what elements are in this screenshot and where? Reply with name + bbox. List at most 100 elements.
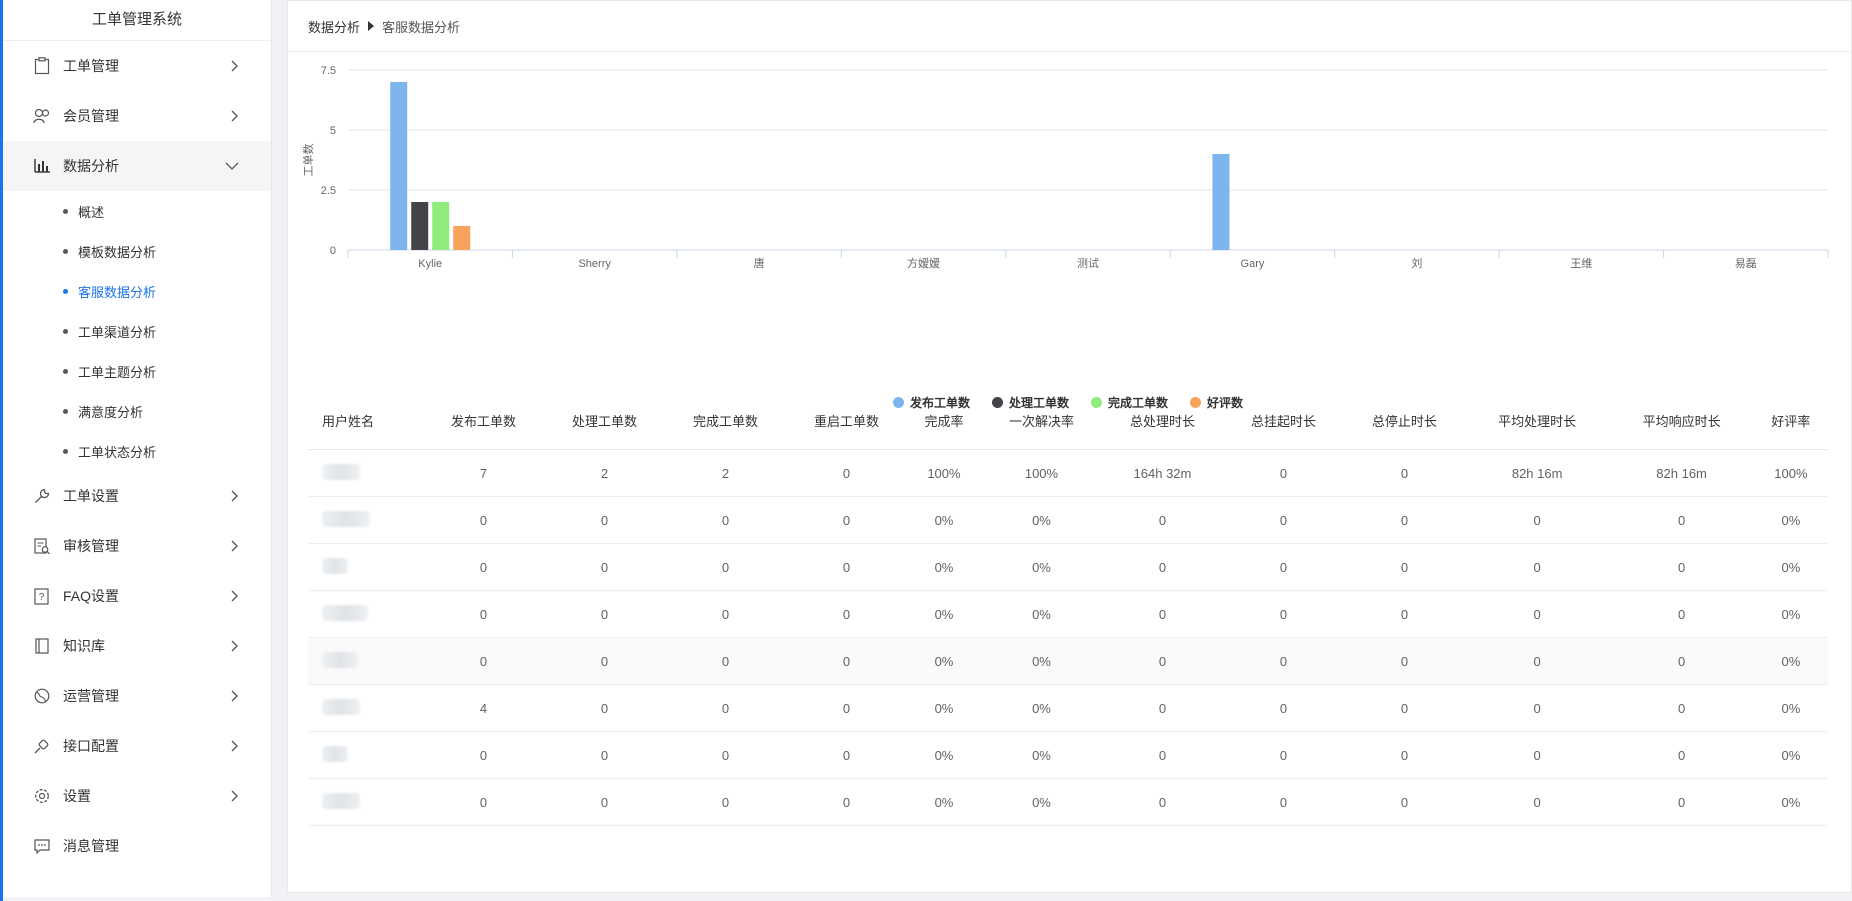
sidebar-item-operations[interactable]: 运营管理 [3,671,271,721]
table-cell: 82h 16m [1609,449,1754,497]
breadcrumb-parent[interactable]: 数据分析 [308,17,360,36]
sub-item-channel-analysis[interactable]: 工单渠道分析 [3,311,271,351]
table-row[interactable]: 00000%0%000000% [308,637,1828,685]
chevron-right-icon [231,621,239,671]
table-cell: 2 [664,449,786,497]
table-cell: 0 [1609,778,1754,826]
table-row[interactable]: 00000%0%000000% [308,496,1828,544]
table-cell: 0% [906,778,981,826]
table-cell: 0% [906,684,981,732]
sub-item-overview[interactable]: 概述 [3,191,271,231]
column-header[interactable]: 好评率 [1753,391,1828,450]
table-row[interactable]: 4 0 0 0 0% 0% 0 0 0 0 0 0% [308,684,1828,732]
table-cell: 0 [1101,543,1223,591]
table-cell: 0% [980,590,1102,638]
column-header[interactable]: 完成率 [906,391,981,450]
table-cell: 0 [1222,731,1344,779]
column-header[interactable]: 总挂起时长 [1222,391,1344,450]
sidebar-item-label: FAQ设置 [63,588,120,604]
bullet-icon [63,408,68,414]
table-cell: 0 [785,637,907,685]
cell-user-name-redacted [308,684,423,732]
cell-user-name-redacted [308,543,423,591]
table-cell: 0 [1101,684,1223,732]
cell-user-name-redacted [308,496,423,544]
sidebar-item-ticket-settings[interactable]: 工单设置 [3,471,271,521]
table-row[interactable]: 00000%0%000000% [308,731,1828,779]
table-cell: 0 [1343,778,1465,826]
table-row[interactable]: 00000%0%000000% [308,825,1828,831]
column-header[interactable]: 总处理时长 [1101,391,1223,450]
table-cell: 0 [1343,496,1465,544]
sidebar-item-faq-settings[interactable]: ? FAQ设置 [3,571,271,621]
column-header[interactable]: 平均处理时长 [1464,391,1610,450]
wrench-icon [33,487,51,505]
table-cell: 0% [1753,543,1828,591]
data-analysis-submenu: 概述 模板数据分析 客服数据分析 工单渠道分析 工单主题分析 满意度分析 工单状… [3,191,271,471]
column-header[interactable]: 发布工单数 [423,391,544,450]
table-cell: 82h 16m [1464,449,1610,497]
sidebar-item-data-analysis[interactable]: 数据分析 [3,141,271,191]
table-cell: 0% [980,731,1102,779]
table-cell: 0 [664,778,786,826]
table-cell: 7 [423,449,544,497]
bar [432,202,450,250]
sidebar-item-ticket-management[interactable]: 工单管理 [3,41,271,91]
column-header[interactable]: 重启工单数 [785,391,907,450]
table-cell: 2 [543,449,665,497]
sub-item-satisfaction-analysis[interactable]: 满意度分析 [3,391,271,431]
sub-item-topic-analysis[interactable]: 工单主题分析 [3,351,271,391]
sub-item-label: 客服数据分析 [78,284,157,300]
table-row[interactable]: 00000%0%000000% [308,590,1828,638]
table-row[interactable]: 7 2 2 0 100% 100% 164h 32m 0 0 82h 16m 82h 16m 100% [308,449,1828,497]
table-cell: 0 [1464,778,1610,826]
bar [453,226,471,250]
sub-item-template-analysis[interactable]: 模板数据分析 [3,231,271,271]
table-cell: 0 [785,731,907,779]
table-cell: 0 [1464,825,1610,831]
column-header[interactable]: 总停止时长 [1343,391,1465,450]
message-icon [33,837,51,855]
bar [1212,154,1230,250]
table-cell: 0 [1609,684,1754,732]
table-cell: 0 [543,590,665,638]
sub-item-status-analysis[interactable]: 工单状态分析 [3,431,271,471]
table-cell: 0 [785,778,907,826]
table-cell: 100% [980,449,1102,497]
sidebar-item-api-config[interactable]: 接口配置 [3,721,271,771]
chevron-right-icon [231,671,239,721]
table-cell: 0% [1753,778,1828,826]
plug-icon [33,737,51,755]
table-cell: 0 [1343,731,1465,779]
table-header-row: 用户姓名 发布工单数 处理工单数 完成工单数 重启工单数 完成率 一次解决率 总处理时长 总挂起… [308,391,1828,450]
agent-stats-table: 用户姓名 发布工单数 处理工单数 完成工单数 重启工单数 完成率 一次解决率 总处理时长 总挂起… [308,391,1828,831]
main-panel: 数据分析 客服数据分析 0 2.5 5 7.5 工单数 Kylie Sherry 唐 方嫒嫒 测试… [287,0,1852,893]
sidebar-item-audit-management[interactable]: 审核管理 [3,521,271,571]
x-tick-label: 刘 [1411,257,1422,270]
sidebar-item-message-management[interactable]: 消息管理 [3,821,271,871]
table-cell: 0 [1464,590,1610,638]
column-header[interactable]: 处理工单数 [543,391,665,450]
table-cell: 0 [1222,825,1344,831]
agent-bar-chart: 0 2.5 5 7.5 工单数 Kylie Sherry 唐方嫒嫒 测试 Gary 刘王维 易磊 发布… [298,61,1838,410]
cell-user-name-redacted [308,637,423,685]
table-cell: 0% [980,543,1102,591]
gear-icon [33,787,51,805]
table-cell: 0 [664,496,786,544]
table-cell: 0 [543,543,665,591]
bullet-icon [63,288,68,294]
table-cell: 164h 32m [1101,449,1223,497]
column-header[interactable]: 完成工单数 [664,391,786,450]
redacted-name-blur [322,651,358,668]
column-header[interactable]: 一次解决率 [980,391,1102,450]
sidebar-item-settings[interactable]: 设置 [3,771,271,821]
sub-item-agent-analysis[interactable]: 客服数据分析 [3,271,271,311]
table-cell: 0 [785,496,907,544]
table-row[interactable]: 00000%0%000000% [308,778,1828,826]
table-row[interactable]: 00000%0%000000% [308,543,1828,591]
column-header[interactable]: 用户姓名 [308,391,423,450]
sidebar-item-member-management[interactable]: 会员管理 [3,91,271,141]
table-cell: 0 [423,496,544,544]
column-header[interactable]: 平均响应时长 [1609,391,1754,450]
sidebar-item-knowledge-base[interactable]: 知识库 [3,621,271,671]
